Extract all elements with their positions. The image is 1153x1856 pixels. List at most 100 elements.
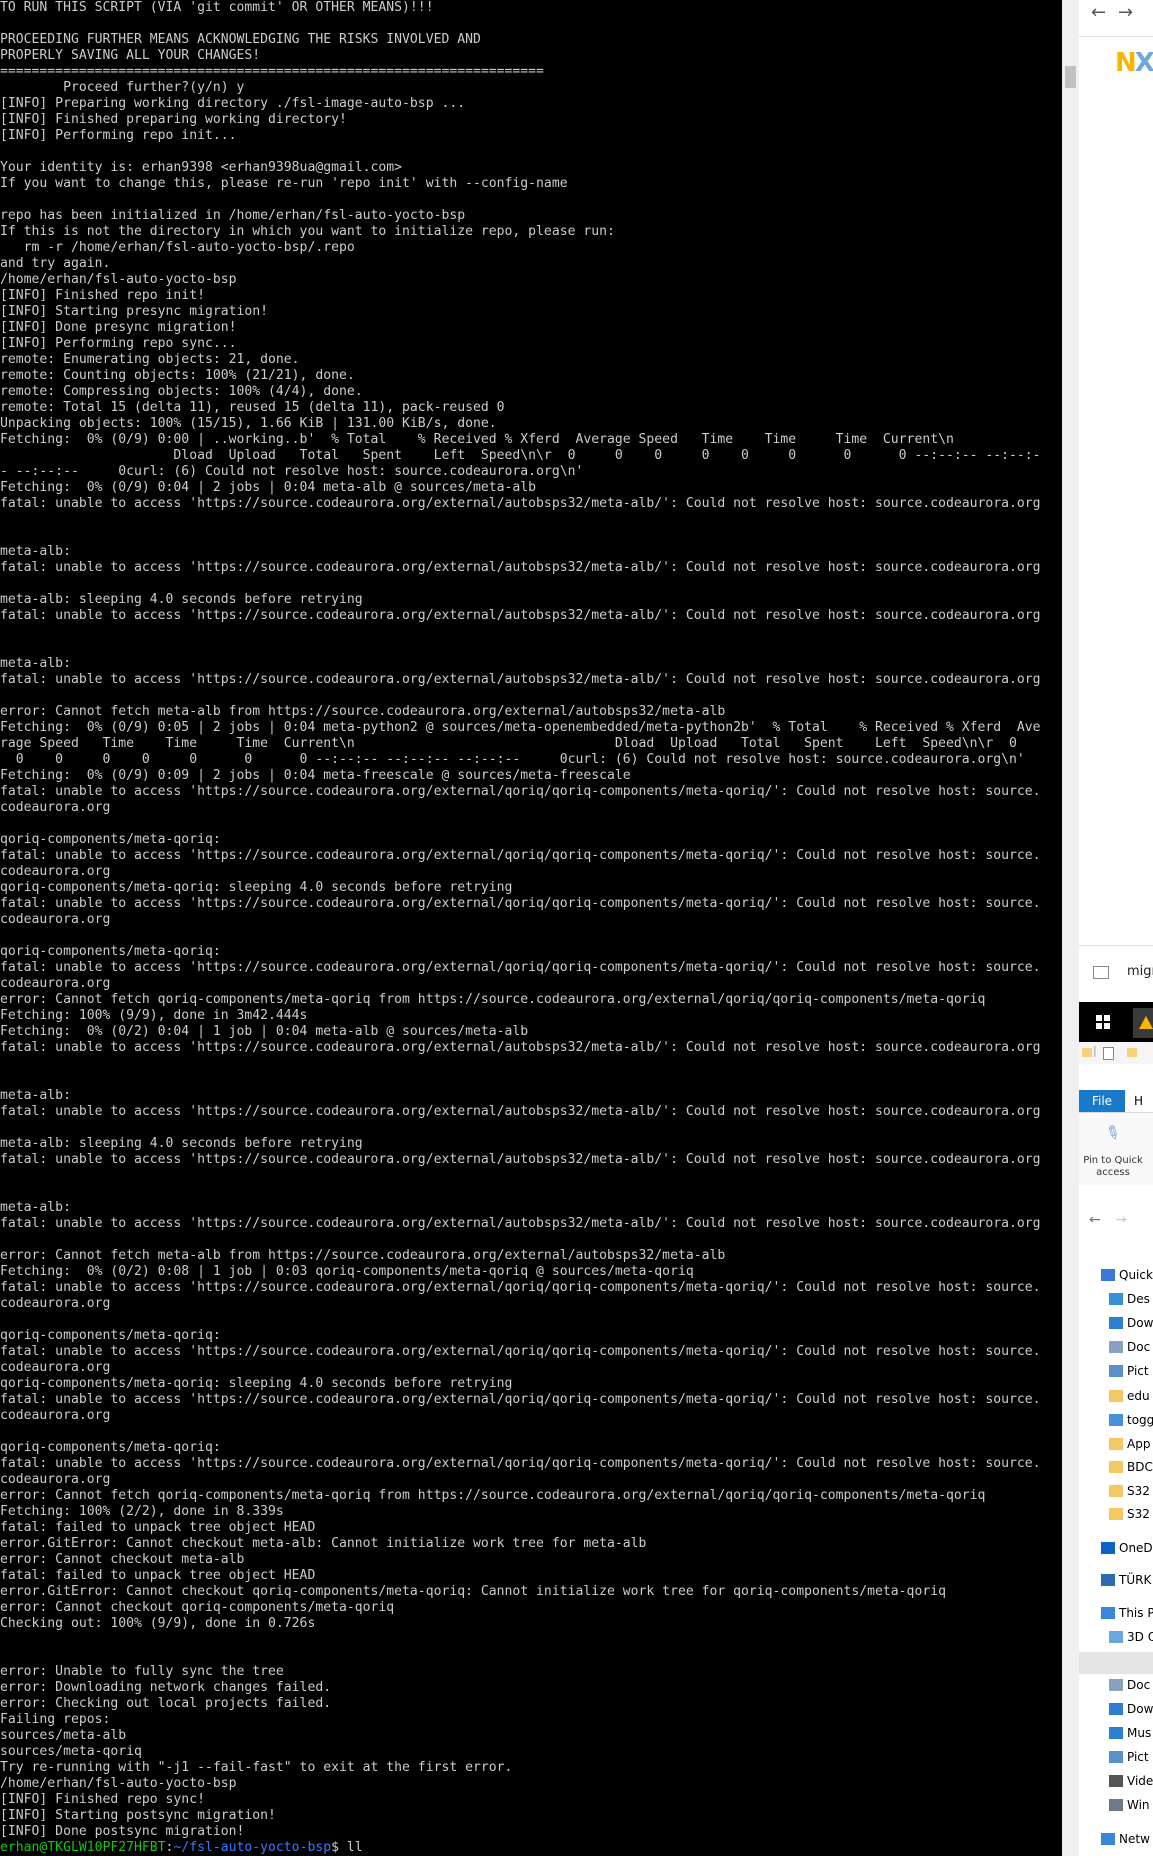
terminal-line: codeaurora.org [0,1360,111,1375]
terminal-line: qoriq-components/meta-qoriq: [0,1328,221,1343]
background-window[interactable]: ← → NX migr | File H ✎ Pin to Quick acce… [1079,0,1153,1856]
nav-item[interactable]: togg [1109,1410,1153,1430]
terminal-line: fatal: unable to access 'https://source.… [0,608,1041,623]
nav-item[interactable]: Doc [1109,1337,1150,1357]
pin-to-quick-access-button[interactable]: Pin to Quick access [1083,1155,1143,1179]
terminal-output: TO RUN THIS SCRIPT (VIA 'git commit' OR … [0,0,1062,1856]
nav-item-label: TÜRK [1119,1573,1152,1587]
monitor-icon [1109,1414,1123,1426]
terminal-line: fatal: unable to access 'https://source.… [0,1392,1041,1407]
nav-item[interactable]: Pict [1109,1361,1149,1381]
terminal-line: - --:--:-- 0curl: (6) Could not resolve … [0,464,584,479]
explorer-forward-arrow-icon[interactable]: → [1115,1212,1127,1228]
properties-icon[interactable] [1103,1047,1114,1060]
terminal-line: Checking out: 100% (9/9), done in 0.726s [0,1616,316,1631]
terminal-line: remote: Enumerating objects: 21, done. [0,352,300,367]
logo-x: X [1134,48,1153,78]
terminal-line: Try re-running with "-j1 --fail-fast" to… [0,1760,513,1775]
nav-item[interactable]: 3D O [1109,1627,1153,1647]
nav-item-label: Dow [1127,1702,1153,1716]
terminal-line: codeaurora.org [0,1408,111,1423]
terminal-line: rm -r /home/erhan/fsl-auto-yocto-bsp/.re… [0,240,355,255]
terminal-line: [INFO] Performing repo sync... [0,336,237,351]
nav-item[interactable]: OneD [1101,1538,1153,1558]
shell-prompt[interactable]: erhan@TKGLW10PF27HFBT:~/fsl-auto-yocto-b… [0,1840,1062,1856]
back-arrow-icon[interactable]: ← [1091,2,1106,23]
nav-item[interactable]: BDC [1109,1457,1153,1477]
nav-item[interactable]: Win [1109,1795,1150,1815]
nav-item[interactable]: Pict [1109,1747,1149,1767]
taskbar-app-icon[interactable] [1133,1008,1153,1038]
terminal-line: Unpacking objects: 100% (15/15), 1.66 Ki… [0,416,497,431]
nav-item-label: edu [1127,1389,1150,1403]
terminal-window[interactable]: TO RUN THIS SCRIPT (VIA 'git commit' OR … [0,0,1062,1856]
document-icon [1109,1341,1123,1353]
nav-item[interactable]: This P [1101,1603,1153,1623]
terminal-line: error: Cannot fetch meta-alb from https:… [0,1248,726,1263]
nav-item[interactable]: Quick [1101,1265,1153,1285]
terminal-line: fatal: unable to access 'https://source.… [0,896,1041,911]
terminal-line: fatal: unable to access 'https://source.… [0,672,1041,687]
new-folder-icon[interactable] [1127,1048,1137,1057]
divider [1079,36,1153,37]
terminal-line: fatal: unable to access 'https://source.… [0,1152,1041,1167]
file-tab[interactable]: File [1079,1090,1125,1112]
nav-item[interactable]: Doc [1109,1675,1150,1695]
terminal-scrollbar[interactable] [1062,0,1079,1856]
nav-item[interactable]: S32 [1109,1481,1150,1501]
nav-item-label: Pict [1127,1364,1149,1378]
nav-item[interactable]: Vide [1109,1771,1153,1791]
nav-item[interactable]: edu [1109,1386,1150,1406]
nav-item-label: 3D O [1127,1630,1153,1644]
terminal-line: [INFO] Finished repo sync! [0,1792,205,1807]
terminal-line: PROCEEDING FURTHER MEANS ACKNOWLEDGING T… [0,32,481,47]
terminal-line: Your identity is: erhan9398 <erhan9398ua… [0,160,403,175]
nav-item[interactable]: App [1109,1434,1150,1454]
terminal-line: Fetching: 0% (0/2) 0:04 | 1 job | 0:04 m… [0,1024,529,1039]
terminal-line: error: Unable to fully sync the tree [0,1664,284,1679]
explorer-back-arrow-icon[interactable]: ← [1089,1212,1101,1228]
terminal-line: fatal: unable to access 'https://source.… [0,1216,1041,1231]
folder-icon [1109,1390,1123,1402]
nav-item[interactable]: TÜRK [1101,1570,1151,1590]
scrollbar-thumb[interactable] [1065,66,1076,88]
terminal-line: codeaurora.org [0,1472,111,1487]
nav-item[interactable]: Mus [1109,1723,1151,1743]
terminal-line: 0 0 0 0 0 0 0 --:--:-- --:--:-- --:--:--… [0,752,1025,767]
folder-icon [1109,1508,1123,1520]
nav-item-label: This P [1119,1606,1153,1620]
terminal-line: error: Cannot checkout meta-alb [0,1552,245,1567]
search-result-text[interactable]: migr [1127,964,1153,979]
terminal-line: [INFO] Done postsync migration! [0,1824,245,1839]
terminal-line: fatal: unable to access 'https://source.… [0,1040,1041,1055]
folder-icon [1109,1461,1123,1473]
home-tab-partial[interactable]: H [1134,1094,1143,1108]
building-icon [1101,1574,1115,1586]
nav-item[interactable]: Des [1109,1289,1150,1309]
terminal-line: PROPERLY SAVING ALL YOUR CHANGES! [0,48,261,63]
terminal-line: meta-alb: sleeping 4.0 seconds before re… [0,592,363,607]
terminal-line: meta-alb: [0,544,71,559]
terminal-line: error: Cannot fetch qoriq-components/met… [0,1488,986,1503]
nav-item[interactable]: Netw [1101,1829,1150,1849]
nav-item[interactable]: Dow [1109,1699,1153,1719]
nav-item[interactable]: Dow [1109,1313,1153,1333]
nav-item-label: Mus [1127,1726,1152,1740]
folder-icon [1109,1485,1123,1497]
terminal-line: Fetching: 100% (2/2), done in 8.339s [0,1504,284,1519]
terminal-line: fatal: unable to access 'https://source.… [0,1456,1041,1471]
terminal-line: qoriq-components/meta-qoriq: sleeping 4.… [0,1376,513,1391]
terminal-line: codeaurora.org [0,864,111,879]
nav-item-label: Pict [1127,1750,1149,1764]
windows-start-icon[interactable] [1096,1015,1110,1029]
divider [1079,945,1153,946]
forward-arrow-icon[interactable]: → [1118,2,1133,23]
terminal-line: meta-alb: [0,1088,71,1103]
nav-item-label: BDC [1127,1460,1153,1474]
nav-item[interactable]: S32 [1109,1504,1150,1524]
